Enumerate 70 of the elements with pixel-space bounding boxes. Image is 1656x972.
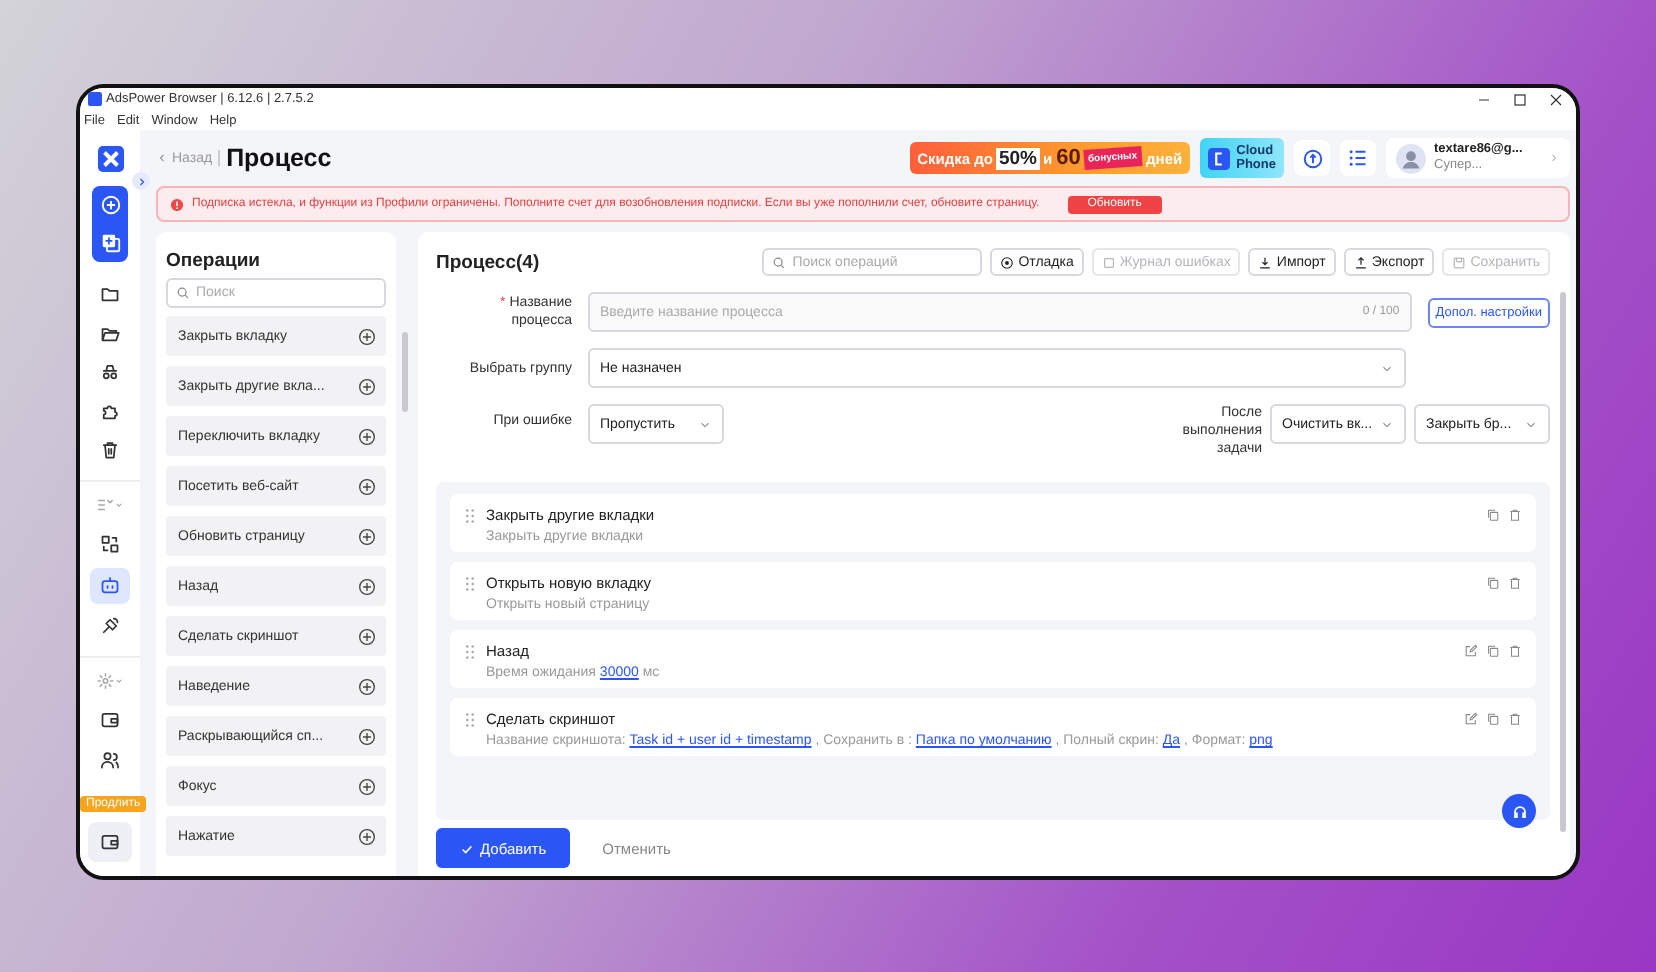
scrollbar[interactable] [1560,292,1566,832]
drag-handle-icon[interactable] [464,507,476,523]
wallet-icon [100,710,120,730]
maximize-icon[interactable] [1512,91,1528,107]
flow-icon [100,534,120,554]
add-icon[interactable] [358,777,376,795]
copy-icon[interactable] [1486,644,1500,658]
users-icon [100,749,120,769]
avatar-icon [1396,143,1426,173]
check-icon [460,841,474,855]
upload-icon [1353,255,1368,269]
list-icon [1348,148,1368,168]
chevron-left-icon [156,152,168,164]
trash-icon[interactable] [1508,508,1522,522]
drag-handle-icon[interactable] [464,643,476,659]
add-icon[interactable] [358,427,376,445]
scrollbar[interactable] [402,332,408,412]
caret-icon [698,417,712,431]
caret-icon [1524,417,1538,431]
target-icon [1000,255,1015,269]
caret-icon [1380,361,1394,375]
open-folder-icon [100,323,120,343]
promo-number: 60 [1056,146,1081,170]
add-icon[interactable] [358,577,376,595]
hat-glasses-icon [100,362,120,382]
expand-button[interactable] [132,172,150,190]
wallet-icon [100,831,120,851]
checkbox-icon [1101,255,1116,269]
add-icon[interactable] [358,327,376,345]
support-button[interactable] [1502,794,1536,828]
page-title: Процесс [226,144,332,172]
add-icon[interactable] [358,827,376,845]
folder-icon [100,284,120,304]
app-icon [88,92,102,106]
add-icon[interactable] [358,727,376,745]
wallet-button[interactable] [88,821,132,861]
panel-title: Процесс(4) [436,251,540,273]
phone-icon [1208,147,1231,169]
add-icon[interactable] [358,627,376,645]
robot-icon [100,575,120,595]
trash-icon[interactable] [1508,576,1522,590]
drag-handle-icon[interactable] [464,575,476,591]
add-copy-icon[interactable] [99,232,121,254]
error-icon [170,197,184,211]
copy-icon[interactable] [1486,576,1500,590]
logo-icon[interactable] [97,145,123,171]
edit-icon[interactable] [1464,712,1478,726]
promo-percent: 50% [996,147,1039,169]
add-icon[interactable] [358,527,376,545]
caret-icon [1380,417,1394,431]
trash-icon [100,440,120,460]
chevron-right-icon [1548,152,1560,164]
panel-title: Операции [166,250,263,272]
add-icon[interactable] [358,477,376,495]
add-icon[interactable] [358,677,376,695]
copy-icon[interactable] [1486,508,1500,522]
save-icon [1452,255,1467,269]
trash-icon[interactable] [1508,712,1522,726]
download-icon [1258,255,1273,269]
copy-icon[interactable] [1486,712,1500,726]
headset-icon [1509,801,1529,821]
robot-button[interactable] [90,567,130,603]
drag-handle-icon[interactable] [464,711,476,727]
list-button[interactable] [1340,140,1376,176]
edit-icon[interactable] [1464,644,1478,658]
puzzle-icon [100,401,120,421]
trash-icon[interactable] [1508,644,1522,658]
add-icon[interactable] [358,377,376,395]
chevron-right-icon [135,175,147,187]
close-icon[interactable] [1548,91,1564,107]
